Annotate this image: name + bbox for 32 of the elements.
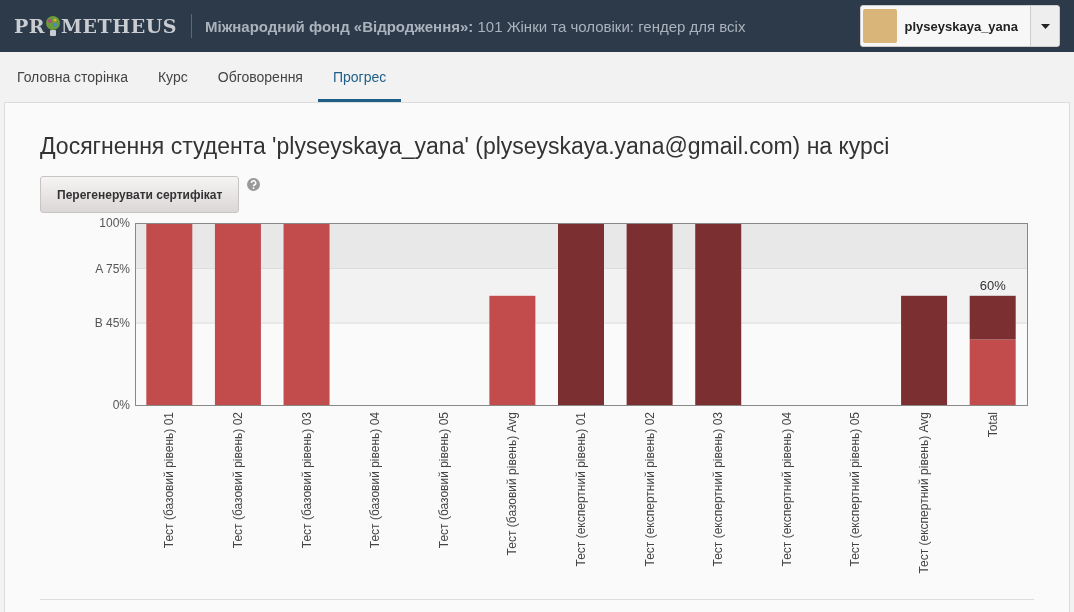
axis-label: A 75% xyxy=(95,261,130,276)
category-label: Тест (базовий рівень) 04 xyxy=(368,412,383,549)
logo-text: METHEUS xyxy=(61,15,177,37)
axis-label: 0% xyxy=(112,398,130,412)
course-title: Міжнародний фонд «Відродження»: 101 Жінки та чоловіки: гендер для всіх xyxy=(204,17,747,35)
axis-label: B 45% xyxy=(94,316,130,331)
page-heading: Досягнення студента 'plyseyskaya_yana' (plyseyskaya.yana@gmail.com) на курсі xyxy=(40,132,891,160)
logo-text: PR xyxy=(14,15,46,37)
regenerate-certificate-button[interactable]: Перегенерувати сертифікат xyxy=(40,176,240,213)
category-label: Тест (експертний рівень) 02 xyxy=(642,412,657,567)
axis-label: 100% xyxy=(99,217,130,230)
help-icon xyxy=(247,178,261,191)
category-label: Тест (базовий рівень) Avg xyxy=(505,412,520,556)
user-menu-button[interactable]: plyseyskaya_yana xyxy=(860,6,1031,46)
caret-icon xyxy=(1040,23,1050,29)
avatar-photo-placeholder xyxy=(862,9,897,43)
category-label: Total xyxy=(985,412,1000,438)
category-label: Тест (базовий рівень) 05 xyxy=(436,412,451,549)
nav-tab[interactable]: Обговорення xyxy=(202,55,318,102)
category-label: Тест (експертний рівень) Avg xyxy=(917,412,932,574)
nav-tab[interactable]: Курс xyxy=(142,55,203,102)
category-label: Тест (експертний рівень) 04 xyxy=(779,412,794,567)
category-label: Тест (експертний рівень) 01 xyxy=(574,412,588,567)
value-label: 60% xyxy=(979,277,1006,293)
category-label: Тест (базовий рівень) 02 xyxy=(230,412,245,549)
category-label: Тест (базовий рівень) 01 xyxy=(162,412,177,549)
category-label: Тест (експертний рівень) 03 xyxy=(711,412,726,567)
nav-tab[interactable]: Головна сторінка xyxy=(2,55,143,102)
category-label: Тест (базовий рівень) 03 xyxy=(299,412,314,549)
dropdown-button[interactable] xyxy=(1031,6,1059,46)
category-label: Тест (експертний рівень) 05 xyxy=(848,412,863,567)
lightbulb-icon xyxy=(45,15,62,37)
